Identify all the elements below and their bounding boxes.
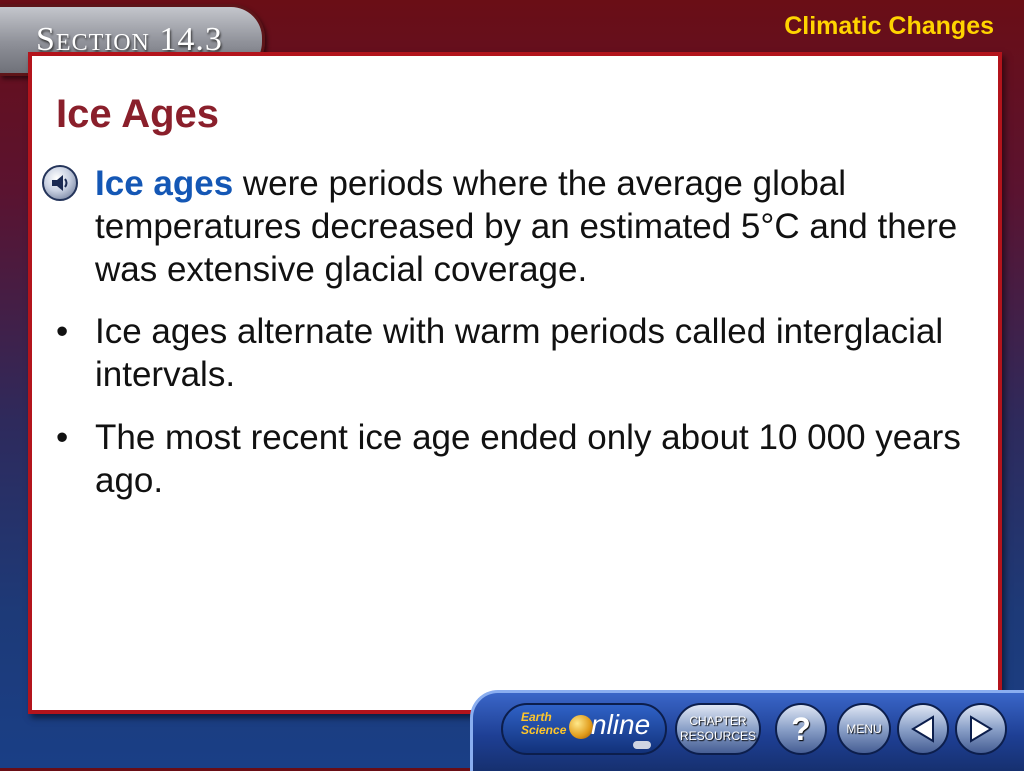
chapter-resources-line2: RESOURCES <box>679 729 756 743</box>
earth-science-online-button[interactable]: Earth Science nline <box>501 703 667 755</box>
bullet-1-marker <box>56 162 95 291</box>
slide-heading: Ice Ages <box>56 92 220 136</box>
mouse-icon <box>633 741 651 749</box>
slide-panel: Ice Ages Ice ages were periods where the… <box>28 52 1002 714</box>
bullet-2-text: Ice ages alternate with warm periods cal… <box>95 312 944 394</box>
right-arrow-icon <box>970 715 993 743</box>
bullet-3-text: The most recent ice age ended only about… <box>95 418 961 500</box>
bullet-2: • Ice ages alternate with warm periods c… <box>56 310 974 396</box>
bullet-3-marker: • <box>56 418 69 457</box>
navigation-bar: Earth Science nline CHAPTER RESOURCES ? … <box>470 690 1024 771</box>
chapter-title: Climatic Changes <box>784 12 994 40</box>
menu-label: MENU <box>846 722 882 736</box>
online-logo-word: nline <box>591 709 651 740</box>
left-arrow-icon <box>911 715 934 743</box>
bullet-1: Ice ages were periods where the average … <box>56 162 974 291</box>
help-button[interactable]: ? <box>775 703 827 755</box>
bullet-2-marker: • <box>56 312 69 351</box>
online-logo-text: Earth Science <box>521 711 566 737</box>
chapter-resources-button[interactable]: CHAPTER RESOURCES <box>675 703 761 755</box>
globe-icon <box>569 715 593 739</box>
menu-button[interactable]: MENU <box>837 703 891 755</box>
next-button[interactable] <box>955 703 1007 755</box>
previous-button[interactable] <box>897 703 949 755</box>
online-logo-line2: Science <box>521 723 567 737</box>
keyword-ice-ages: Ice ages <box>95 164 234 203</box>
help-icon: ? <box>791 710 811 747</box>
chapter-resources-line1: CHAPTER <box>689 714 747 728</box>
bullet-3: • The most recent ice age ended only abo… <box>56 416 974 502</box>
bullet-1-text: Ice ages were periods where the average … <box>95 162 974 291</box>
